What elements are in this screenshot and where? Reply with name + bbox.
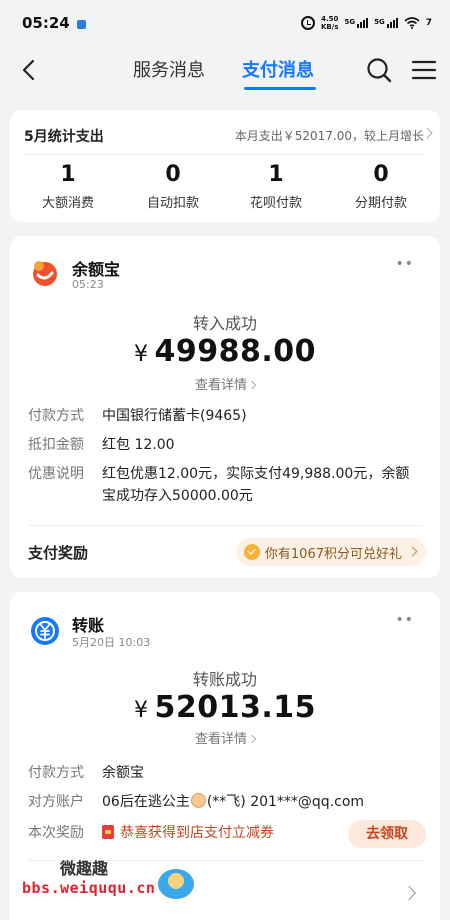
chevron-right-icon <box>247 734 257 744</box>
detail-row-deduction: 抵扣金额 红包 12.00 <box>28 437 175 453</box>
clock: 05:24 <box>22 14 70 32</box>
transaction-amount: ¥52013.15 <box>133 690 316 725</box>
merchant-name: 余额宝 <box>72 260 121 279</box>
more-options-icon[interactable]: •• <box>395 256 414 272</box>
transaction-status: 转账成功 <box>192 670 257 689</box>
princess-emoji-icon <box>190 793 206 808</box>
alarm-icon <box>301 16 315 30</box>
transaction-amount: ¥49988.00 <box>133 334 316 369</box>
stat-auto-deduction[interactable]: 0 自动扣款 <box>125 162 221 211</box>
stat-huabei-payment[interactable]: 1 花呗付款 <box>228 162 324 211</box>
divider <box>28 525 422 526</box>
watermark-mascot-icon <box>158 869 194 899</box>
red-packet-icon <box>102 825 114 839</box>
chevron-right-icon <box>407 546 418 557</box>
nav-bar: 服务消息 支付消息 <box>0 46 450 98</box>
tab-payment-messages[interactable]: 支付消息 <box>242 56 314 82</box>
wifi-icon <box>404 17 420 29</box>
battery-level: 7 <box>425 18 432 28</box>
detail-row-discount: 优惠说明 红包优惠12.00元，实际支付49,988.00元，余额宝成功存入500… <box>28 466 410 504</box>
claim-coupon-button[interactable]: 去领取 <box>348 820 426 848</box>
menu-icon[interactable] <box>412 59 436 81</box>
back-arrow-icon[interactable] <box>18 58 42 82</box>
detail-row-payment-method: 付款方式 中国银行储蓄卡(9465) <box>28 408 247 424</box>
active-tab-indicator <box>244 87 316 90</box>
stats-title: 5月统计支出 <box>24 129 104 145</box>
stat-large-spending[interactable]: 1 大额消费 <box>20 162 116 211</box>
signal-icon: 5G <box>344 18 369 28</box>
stats-summary: 本月支出￥52017.00，较上月增长 <box>234 129 424 143</box>
transaction-status: 转入成功 <box>192 314 257 333</box>
network-speed: 4.50 KB/s <box>321 15 339 31</box>
chevron-right-icon[interactable] <box>401 885 417 901</box>
chevron-right-icon <box>247 380 257 390</box>
search-icon[interactable] <box>366 57 392 83</box>
view-details-link[interactable]: 查看详情 <box>10 728 440 747</box>
transfer-icon <box>31 617 59 645</box>
app-notification-icon <box>76 19 86 29</box>
monthly-stats-card[interactable]: 5月统计支出 本月支出￥52017.00，较上月增长 1 大额消费 0 自动扣款… <box>10 110 440 222</box>
yuebao-icon <box>33 261 57 286</box>
detail-row-payment-method: 付款方式 余额宝 <box>28 765 144 781</box>
payment-reward-title: 支付奖励 <box>28 544 89 562</box>
stat-installment[interactable]: 0 分期付款 <box>333 162 429 211</box>
status-bar: 05:24 4.50 KB/s 5G 5G 7 <box>0 0 450 46</box>
merchant-name: 转账 <box>72 616 105 635</box>
signal-icon-2: 5G <box>374 18 398 28</box>
tab-service-messages[interactable]: 服务消息 <box>133 56 205 82</box>
payment-time: 5月20日 10:03 <box>72 636 151 649</box>
detail-row-recipient: 对方账户 06后在逃公主 (**飞) 201***@qq.com <box>28 793 365 810</box>
divider <box>24 154 426 155</box>
more-options-icon[interactable]: •• <box>395 612 414 628</box>
points-redeem-button[interactable]: 你有1067积分可兑好礼 <box>235 538 426 566</box>
points-coin-icon <box>243 544 260 560</box>
payment-time: 05:23 <box>72 278 104 291</box>
view-details-link[interactable]: 查看详情 <box>10 374 440 393</box>
watermark: 微趣趣 bbs.weiququ.cn <box>20 855 200 915</box>
payment-card-yuebao[interactable]: 余额宝 05:23 •• 转入成功 ¥49988.00 查看详情 付款方式 中国银… <box>10 236 440 578</box>
